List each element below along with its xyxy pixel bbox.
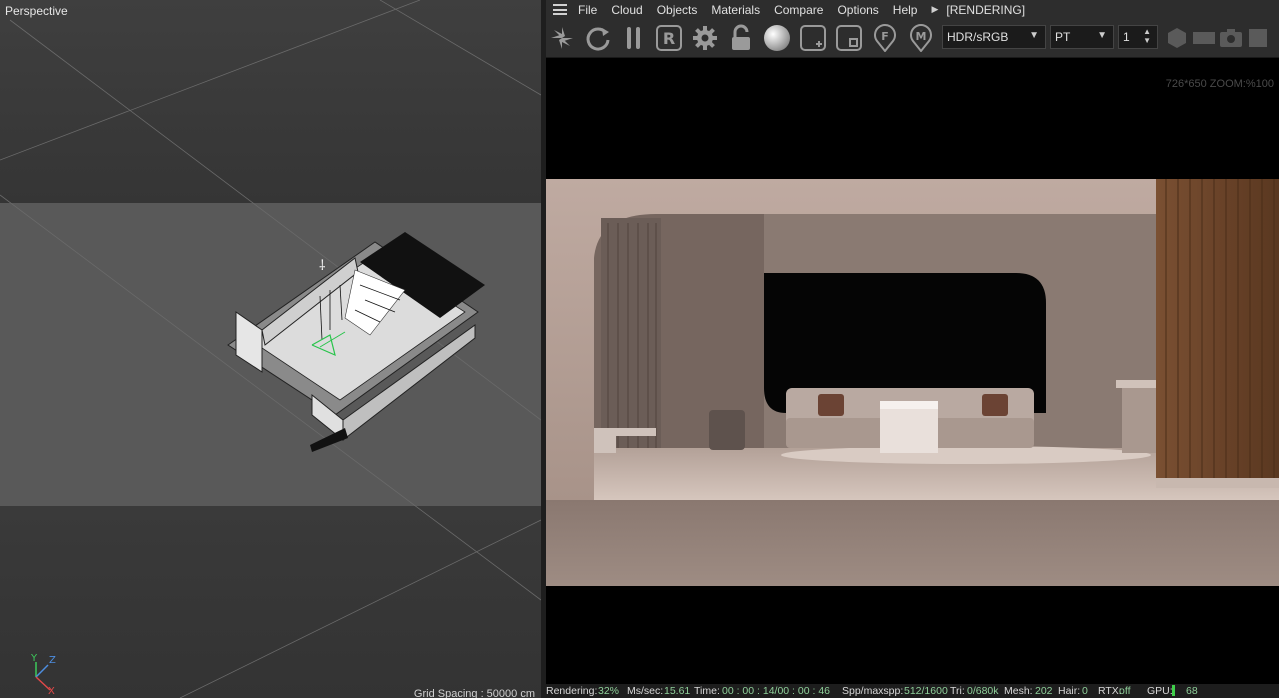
ms-sec-value: 15.61 [664, 685, 691, 697]
svg-text:R: R [663, 29, 675, 48]
refresh-icon[interactable] [583, 23, 613, 53]
guide-line [179, 519, 541, 698]
svg-text:M: M [916, 30, 927, 43]
menu-objects[interactable]: Objects [657, 3, 698, 17]
menu-options[interactable]: Options [837, 3, 878, 17]
rectangle-icon[interactable] [1189, 23, 1219, 53]
toolbar: R F M HDR/sRGB ▼ PT ▼ 1 ▲ ▼ [546, 19, 1279, 58]
spp-value: 512/1600 [904, 685, 948, 697]
axis-gizmo: Y Z X [30, 653, 56, 697]
sphere-icon[interactable] [762, 23, 792, 53]
gpu-value: 68 [1186, 685, 1198, 697]
scene-model[interactable]: ⸸ [227, 232, 485, 452]
menu-file[interactable]: File [578, 3, 597, 17]
layer-value: 1 [1123, 30, 1130, 44]
tri-value: 0/680k [967, 685, 999, 697]
render-output-area[interactable]: 726*650 ZOOM:%100 [546, 58, 1279, 684]
status-bar: Rendering: 32% Ms/sec: 15.61 Time: 00 : … [546, 684, 1279, 698]
render-status-label: [RENDERING] [946, 2, 1026, 17]
mesh-value: 202 [1035, 685, 1053, 697]
camera-icon[interactable] [1216, 23, 1246, 53]
region-icon[interactable] [834, 23, 864, 53]
menu-overflow-arrow-icon[interactable]: ▶ [931, 4, 938, 15]
render-region-icon[interactable]: R [654, 23, 684, 53]
axis-y-label: Y [30, 653, 38, 664]
chevron-down-icon: ▼ [1029, 30, 1039, 41]
kernel-select[interactable]: PT ▼ [1050, 25, 1114, 49]
spp-label: Spp/maxspp: [842, 685, 904, 697]
gpu-label: GPU: [1147, 685, 1173, 697]
pause-icon[interactable] [619, 23, 649, 53]
material-pin-icon[interactable]: M [906, 23, 936, 53]
menu-bar: File Cloud Objects Materials Compare Opt… [546, 0, 1279, 19]
hair-label: Hair: [1058, 685, 1081, 697]
guide-line [0, 194, 541, 601]
axis-z-label: Z [49, 655, 56, 666]
guide-line [379, 0, 541, 96]
hair-value: 0 [1082, 685, 1088, 697]
add-region-icon[interactable] [798, 23, 828, 53]
rtx-value: off [1119, 685, 1131, 697]
layer-stepper[interactable]: 1 ▲ ▼ [1118, 25, 1158, 49]
rendering-label: Rendering: [546, 685, 598, 697]
tri-label: Tri: [950, 685, 965, 697]
svg-text:⸸: ⸸ [319, 258, 326, 274]
svg-text:F: F [881, 30, 889, 43]
gallery-icon[interactable] [1243, 23, 1273, 53]
axis-x-label: X [48, 686, 55, 697]
menu-help[interactable]: Help [893, 3, 918, 17]
ms-sec-label: Ms/sec: [627, 685, 664, 697]
focus-pin-icon[interactable]: F [870, 23, 900, 53]
rendering-value: 32% [598, 685, 620, 697]
menu-compare[interactable]: Compare [774, 3, 823, 17]
settings-gear-icon[interactable] [690, 23, 720, 53]
kernel-value: PT [1055, 30, 1071, 44]
gpu-usage-bar [1172, 685, 1175, 696]
chevron-down-icon: ▼ [1097, 30, 1107, 41]
viewport-scene: ⸸ Y Z X [0, 0, 541, 698]
viewport-label: Perspective [5, 4, 68, 18]
perspective-viewport[interactable]: ⸸ Y Z X Perspective Grid Spacing : 50000… [0, 0, 541, 698]
grid-spacing-label: Grid Spacing : 50000 cm [413, 688, 535, 698]
color-space-value: HDR/sRGB [947, 30, 1009, 44]
spinner-icon[interactable] [547, 23, 577, 53]
lock-icon[interactable] [726, 23, 756, 53]
guide-line [0, 0, 421, 161]
time-label: Time: [694, 685, 720, 697]
live-viewer-panel: File Cloud Objects Materials Compare Opt… [546, 0, 1279, 698]
color-space-select[interactable]: HDR/sRGB ▼ [942, 25, 1046, 49]
hamburger-menu-icon[interactable] [553, 4, 567, 15]
menu-materials[interactable]: Materials [711, 3, 760, 17]
rendered-image [546, 179, 1279, 586]
hexagon-icon[interactable] [1162, 23, 1192, 53]
mesh-label: Mesh: [1004, 685, 1033, 697]
time-value: 00 : 00 : 14/00 : 00 : 46 [722, 685, 830, 697]
menu-cloud[interactable]: Cloud [611, 3, 642, 17]
stepper-arrows-icon[interactable]: ▲ ▼ [1143, 27, 1151, 45]
